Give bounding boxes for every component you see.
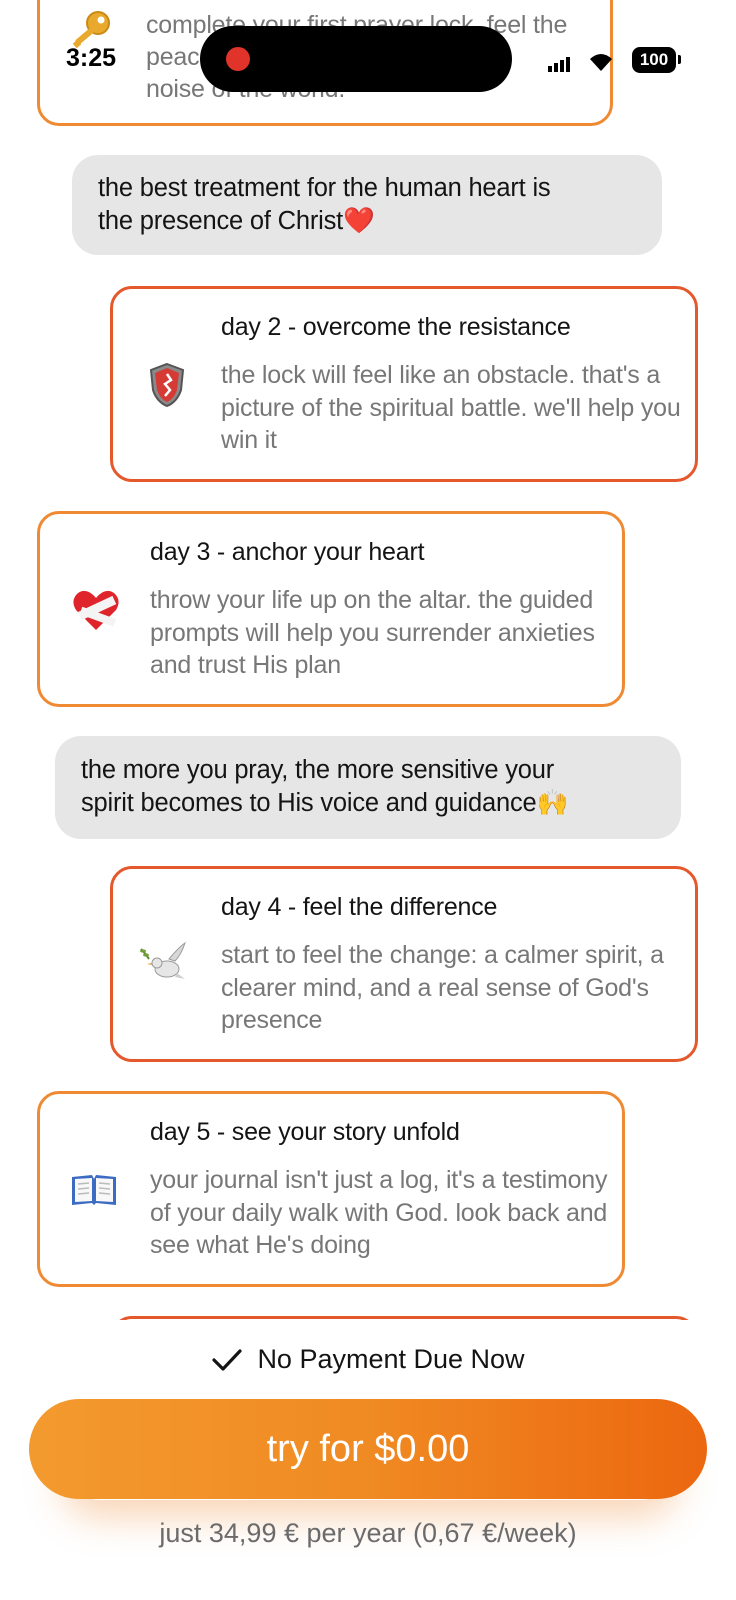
quote-2-line-2-wrap: spirit becomes to His voice and guidance…: [81, 787, 568, 820]
day4-body: start to feel the change: a calmer spiri…: [221, 941, 664, 1034]
day5-body: your journal isn't just a log, it's a te…: [150, 1166, 608, 1259]
no-payment-row: No Payment Due Now: [0, 1344, 736, 1375]
quote-bubble-2: the more you pray, the more sensitive yo…: [55, 736, 681, 839]
recording-indicator-icon: [226, 47, 250, 71]
checkmark-icon: [211, 1347, 243, 1373]
battery-tip: [678, 55, 681, 64]
quote-2-line-1: the more you pray, the more sensitive yo…: [81, 756, 555, 784]
open-book-icon: [70, 1166, 118, 1214]
status-time: 3:25: [66, 44, 117, 72]
day3-card: day 3 - anchor your heart throw your lif…: [37, 511, 625, 707]
quote-2-line-2: spirit becomes to His voice and guidance: [81, 789, 537, 817]
dove-icon: [139, 939, 187, 987]
day4-title: day 4 - feel the difference: [221, 893, 498, 921]
day5-card: day 5 - see your story unfold your journ…: [37, 1091, 625, 1287]
price-note: just 34,99 € per year (0,67 €/week): [159, 1518, 577, 1548]
day2-body: the lock will feel like an obstacle. tha…: [221, 361, 681, 454]
quote-1-line-2-wrap: the presence of Christ❤️: [98, 205, 375, 238]
try-free-button[interactable]: try for $0.00: [29, 1399, 707, 1499]
quote-1-line-1: the best treatment for the human heart i…: [98, 174, 551, 202]
battery-indicator: 100: [632, 47, 676, 73]
day3-title: day 3 - anchor your heart: [150, 538, 425, 566]
bandaged-heart-icon: [72, 586, 120, 634]
day2-title: day 2 - overcome the resistance: [221, 313, 571, 341]
raised-hands-icon: 🙌: [536, 789, 569, 817]
day3-body: throw your life up on the altar. the gui…: [150, 586, 595, 679]
red-heart-icon: ❤️: [343, 207, 375, 235]
shield-icon: [143, 361, 191, 409]
quote-1-line-2: the presence of Christ: [98, 207, 344, 235]
day2-card: day 2 - overcome the resistance the lock…: [110, 286, 698, 482]
no-payment-label: No Payment Due Now: [257, 1344, 525, 1374]
day5-title: day 5 - see your story unfold: [150, 1118, 460, 1146]
signal-icon: [548, 56, 572, 72]
quote-bubble-1: the best treatment for the human heart i…: [72, 155, 662, 255]
day4-card: day 4 - feel the difference start to fee…: [110, 866, 698, 1062]
wifi-icon: [588, 52, 614, 72]
